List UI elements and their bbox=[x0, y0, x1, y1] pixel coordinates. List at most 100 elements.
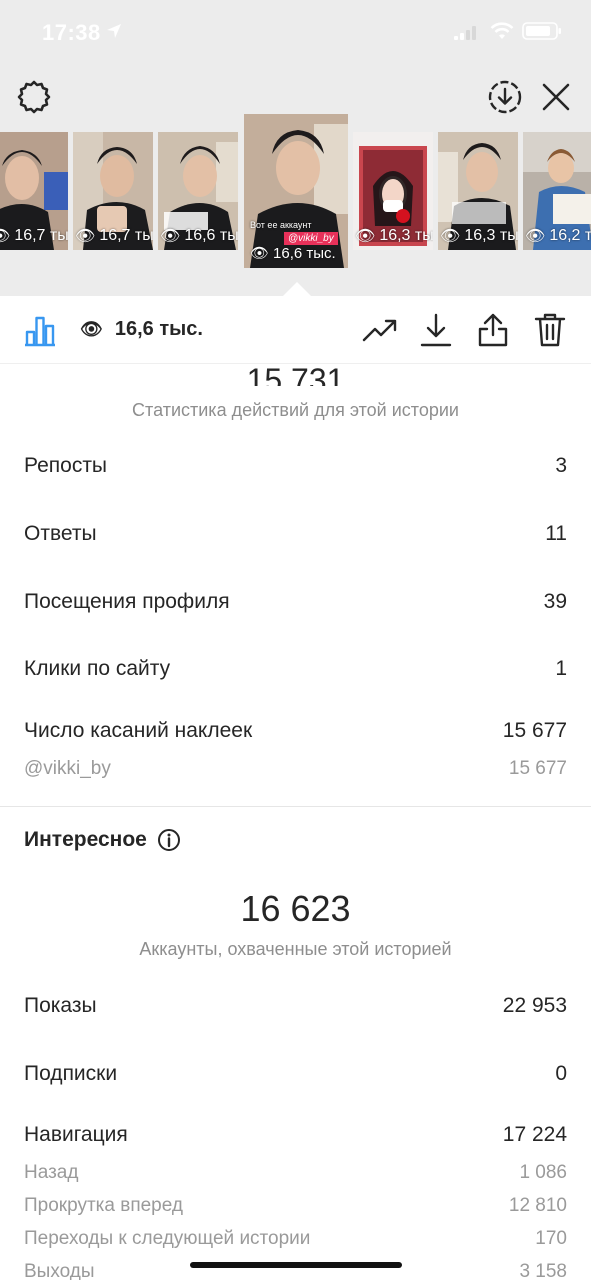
stat-value: 15 677 bbox=[502, 719, 567, 742]
story-thumbnail-selected[interactable]: Вот ее аккаунт @vikki_by 👁 16,6 тыс. bbox=[244, 114, 348, 268]
eye-icon: 👁 bbox=[440, 228, 461, 245]
share-icon bbox=[478, 313, 508, 347]
story-viewer-header: 17:38 👁 16,7 ты 👁 16,7 ты 👁 16,6 ты Вот … bbox=[0, 0, 591, 297]
story-thumbnail[interactable]: 👁16,6 тыс. bbox=[158, 132, 238, 250]
insights-tab-button[interactable] bbox=[22, 312, 58, 348]
selection-caret bbox=[282, 282, 312, 297]
story-views: 👁16,6 тыс. bbox=[244, 244, 348, 263]
stat-value: 3 158 bbox=[519, 1261, 567, 1280]
story-views: 👁16,2 тыс. bbox=[523, 226, 591, 246]
story-views: 👁16,7 тыс. bbox=[0, 226, 68, 246]
stat-label: Число касаний наклеек bbox=[24, 719, 253, 742]
story-views-count: 16,7 тыс. bbox=[99, 227, 153, 244]
viewers-count-value: 16,6 тыс. bbox=[114, 318, 203, 340]
stat-label: Переходы к следующей истории bbox=[24, 1228, 311, 1249]
trash-icon bbox=[534, 313, 566, 347]
story-views-count: 16,7 тыс. bbox=[14, 227, 68, 244]
stat-row-follows: Подписки 0 bbox=[24, 1062, 567, 1086]
stat-label: Клики по сайту bbox=[24, 657, 171, 680]
location-arrow-icon bbox=[107, 24, 121, 38]
story-views-count: 16,3 тыс. bbox=[464, 227, 518, 244]
stat-row-navigation: Навигация 17 224 bbox=[24, 1123, 567, 1147]
stat-subrow-back: Назад 1 086 bbox=[24, 1162, 567, 1184]
story-thumbnail[interactable]: 👁16,2 тыс. bbox=[523, 132, 591, 250]
stat-label: Ответы bbox=[24, 522, 97, 545]
info-icon[interactable] bbox=[157, 828, 181, 852]
stat-row-profile-visits: Посещения профиля 39 bbox=[24, 590, 567, 614]
story-views-count: 16,3 тыс. bbox=[379, 227, 433, 244]
share-button[interactable] bbox=[475, 312, 511, 348]
stat-value: 1 086 bbox=[519, 1162, 567, 1183]
stat-label: Посещения профиля bbox=[24, 590, 230, 613]
story-views-count: 16,6 тыс. bbox=[273, 244, 336, 262]
eye-icon: 👁 bbox=[525, 228, 546, 245]
viewers-count[interactable]: 👁 16,6 тыс. bbox=[80, 318, 203, 341]
stat-value: 22 953 bbox=[502, 994, 567, 1017]
promote-button[interactable] bbox=[362, 312, 398, 348]
cellular-signal-icon bbox=[454, 26, 476, 40]
delete-button[interactable] bbox=[532, 312, 568, 348]
stat-value: 1 bbox=[555, 657, 567, 680]
stat-subrow-next-story: Переходы к следующей истории 170 bbox=[24, 1228, 567, 1250]
stat-value: 12 810 bbox=[508, 1195, 567, 1216]
story-views-count: 16,6 тыс. bbox=[184, 227, 238, 244]
eye-icon: 👁 bbox=[250, 245, 270, 262]
section-divider bbox=[0, 806, 591, 807]
story-thumbnail[interactable]: 👁16,7 тыс. bbox=[73, 132, 153, 250]
story-views: 👁16,7 тыс. bbox=[73, 226, 153, 246]
story-views: 👁16,6 тыс. bbox=[158, 226, 238, 246]
story-thumbnail[interactable]: 👁16,3 тыс. bbox=[438, 132, 518, 250]
stat-row-website-clicks: Клики по сайту 1 bbox=[24, 657, 567, 681]
download-button[interactable] bbox=[418, 312, 454, 348]
story-thumbnail[interactable]: 👁16,7 тыс. bbox=[0, 132, 68, 250]
eye-icon: 👁 bbox=[75, 228, 96, 245]
story-views: 👁16,3 тыс. bbox=[353, 226, 433, 246]
stat-row-impressions: Показы 22 953 bbox=[24, 994, 567, 1018]
stat-label: Выходы bbox=[24, 1261, 95, 1280]
bar-chart-icon bbox=[25, 316, 55, 347]
stat-label: Репосты bbox=[24, 454, 108, 477]
eye-icon: 👁 bbox=[160, 228, 181, 245]
stat-value: 17 224 bbox=[502, 1123, 567, 1146]
close-icon bbox=[542, 83, 570, 111]
stat-value: 15 677 bbox=[508, 758, 567, 779]
trending-up-icon bbox=[362, 319, 397, 342]
story-caption: Вот ее аккаунт bbox=[250, 220, 312, 230]
stat-subrow-forward: Прокрутка вперед 12 810 bbox=[24, 1195, 567, 1217]
wifi-icon bbox=[490, 22, 514, 39]
story-views-count: 16,2 тыс. bbox=[549, 227, 591, 244]
eye-icon: 👁 bbox=[355, 228, 376, 245]
stat-value: 11 bbox=[545, 522, 567, 545]
stories-strip: 👁16,7 тыс. 👁16,7 тыс. 👁16,6 тыс. bbox=[0, 112, 591, 272]
interactions-total: 15 731 bbox=[0, 348, 591, 386]
stat-label: Показы bbox=[24, 994, 97, 1017]
discovery-title: Интересное bbox=[24, 828, 147, 851]
stat-label: @vikki_by bbox=[24, 758, 111, 779]
discovery-section-title: Интересное bbox=[24, 828, 181, 852]
stat-value: 170 bbox=[535, 1228, 567, 1249]
stat-row-sticker-taps: Число касаний наклеек 15 677 bbox=[24, 719, 567, 743]
home-indicator[interactable] bbox=[190, 1262, 402, 1268]
stat-label: Навигация bbox=[24, 1123, 128, 1146]
stat-value: 39 bbox=[543, 590, 567, 613]
story-thumbnail[interactable]: 👁16,3 тыс. bbox=[353, 132, 433, 250]
stat-label: Подписки bbox=[24, 1062, 118, 1085]
eye-icon: 👁 bbox=[80, 319, 103, 339]
stat-subrow-mention: @vikki_by 15 677 bbox=[24, 758, 567, 780]
stat-row-shares: Репосты 3 bbox=[24, 454, 567, 478]
reach-label: Аккаунты, охваченные этой историей bbox=[139, 939, 452, 959]
download-icon bbox=[420, 313, 452, 347]
status-bar: 17:38 bbox=[0, 0, 591, 62]
status-time: 17:38 bbox=[42, 20, 101, 45]
reach-total: 16 623 bbox=[240, 888, 351, 929]
stat-row-replies: Ответы 11 bbox=[24, 522, 567, 546]
story-views: 👁16,3 тыс. bbox=[438, 226, 518, 246]
stat-value: 0 bbox=[555, 1062, 567, 1085]
download-circle-icon bbox=[488, 80, 522, 114]
interactions-subtitle: Статистика действий для этой истории bbox=[132, 400, 459, 420]
battery-icon bbox=[522, 22, 561, 40]
gear-icon bbox=[17, 80, 51, 114]
eye-icon: 👁 bbox=[0, 228, 11, 245]
stat-label: Прокрутка вперед bbox=[24, 1195, 183, 1216]
interactions-total-value: 15 731 bbox=[246, 362, 345, 386]
